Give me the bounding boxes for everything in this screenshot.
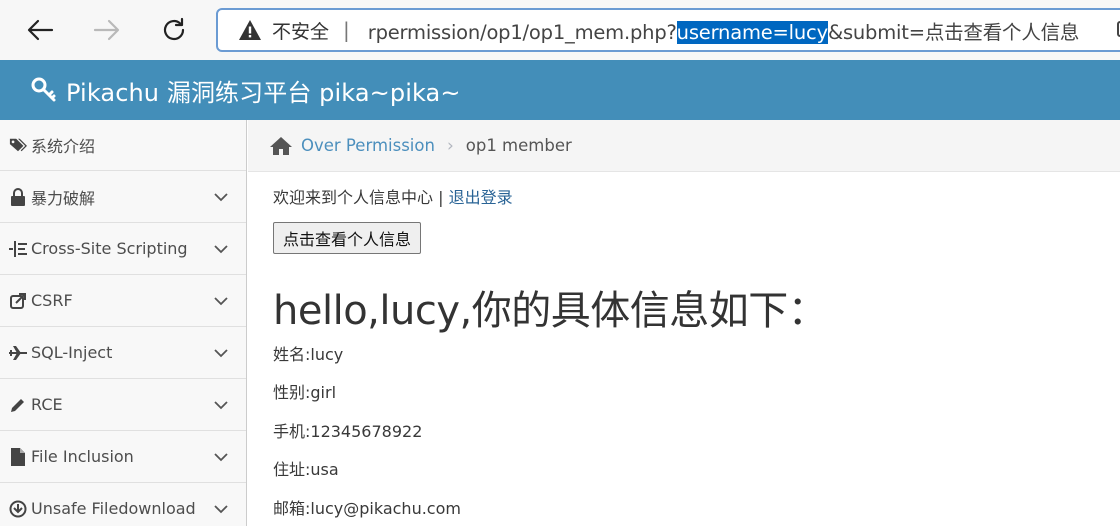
sidebar-item-unsafe-download[interactable]: Unsafe Filedownload	[0, 483, 246, 526]
extensions-icon[interactable]	[1112, 10, 1120, 50]
chevron-down-icon	[214, 504, 228, 513]
info-phone: 手机:12345678922	[273, 422, 423, 441]
browser-toolbar: 不安全 | rpermission/op1/op1_mem.php?userna…	[0, 0, 1120, 60]
sidebar-item-label: CSRF	[31, 291, 73, 310]
sidebar-item-sqli[interactable]: SQL-Inject	[0, 327, 246, 379]
chevron-down-icon	[214, 296, 228, 305]
plane-icon	[9, 344, 27, 362]
url-text[interactable]: rpermission/op1/op1_mem.php?username=luc…	[368, 16, 1079, 45]
share-icon	[9, 292, 27, 310]
back-button[interactable]	[22, 12, 58, 48]
sidebar-item-csrf[interactable]: CSRF	[0, 275, 246, 327]
info-email: 邮箱:lucy@pikachu.com	[273, 499, 461, 518]
breadcrumb: Over Permission › op1 member	[248, 120, 1120, 172]
file-icon	[9, 447, 27, 466]
sidebar-item-label: Cross-Site Scripting	[31, 239, 188, 258]
url-prefix: rpermission/op1/op1_mem.php?	[367, 20, 677, 44]
key-icon	[31, 77, 56, 102]
chevron-down-icon	[214, 192, 228, 201]
welcome-line: 欢迎来到个人信息中心 | 退出登录	[273, 184, 513, 208]
info-address: 住址:usa	[273, 460, 339, 479]
sidebar-item-file-inclusion[interactable]: File Inclusion	[0, 431, 246, 483]
info-heading: hello,lucy,你的具体信息如下：	[273, 288, 828, 334]
lock-icon	[9, 187, 27, 206]
sidebar-item-label: Unsafe Filedownload	[31, 499, 196, 518]
breadcrumb-link-over-permission[interactable]: Over Permission	[301, 136, 435, 155]
url-selected-text: username=lucy	[676, 20, 828, 44]
warning-icon	[239, 20, 261, 40]
view-info-button[interactable]: 点击查看个人信息	[273, 222, 422, 254]
sidebar-item-intro[interactable]: 系统介绍	[0, 120, 246, 171]
info-sex: 性别:girl	[273, 383, 337, 402]
tags-icon	[9, 136, 27, 154]
arrow-right-icon	[93, 19, 120, 41]
breadcrumb-separator: ›	[446, 135, 454, 156]
home-icon	[270, 136, 292, 155]
reload-icon	[163, 17, 185, 41]
sidebar-item-bruteforce[interactable]: 暴力破解	[0, 171, 246, 223]
sidebar-item-label: SQL-Inject	[31, 343, 113, 362]
forward-button[interactable]	[89, 12, 125, 48]
sidebar: 系统介绍 暴力破解 Cross-Site Scripting CSRF SQL-…	[0, 120, 247, 526]
chevron-down-icon	[214, 244, 228, 253]
breadcrumb-current: op1 member	[465, 136, 572, 155]
address-bar[interactable]: 不安全 | rpermission/op1/op1_mem.php?userna…	[216, 8, 1120, 52]
download-icon	[9, 500, 27, 518]
site-header: Pikachu 漏洞练习平台 pika~pika~	[0, 60, 1120, 120]
sidebar-item-label: 暴力破解	[31, 188, 96, 208]
chevron-down-icon	[214, 400, 228, 409]
sidebar-item-label: File Inclusion	[31, 447, 134, 466]
info-name: 姓名:lucy	[273, 345, 344, 364]
arrow-left-icon	[27, 19, 54, 41]
sidebar-item-label: 系统介绍	[31, 137, 96, 156]
chevron-down-icon	[214, 452, 228, 461]
pencil-icon	[9, 396, 27, 414]
list-icon	[9, 240, 27, 258]
url-suffix: &submit=点击查看个人信息	[827, 20, 1080, 44]
insecure-label[interactable]: 不安全	[272, 17, 329, 44]
sidebar-item-xss[interactable]: Cross-Site Scripting	[0, 223, 246, 275]
reload-button[interactable]	[156, 12, 192, 48]
chevron-down-icon	[214, 348, 228, 357]
site-title[interactable]: Pikachu 漏洞练习平台 pika~pika~	[66, 73, 461, 108]
sidebar-item-label: RCE	[31, 395, 63, 414]
url-separator: |	[343, 18, 350, 42]
sidebar-item-rce[interactable]: RCE	[0, 379, 246, 431]
welcome-text: 欢迎来到个人信息中心 |	[273, 188, 449, 207]
logout-link[interactable]: 退出登录	[449, 188, 513, 207]
